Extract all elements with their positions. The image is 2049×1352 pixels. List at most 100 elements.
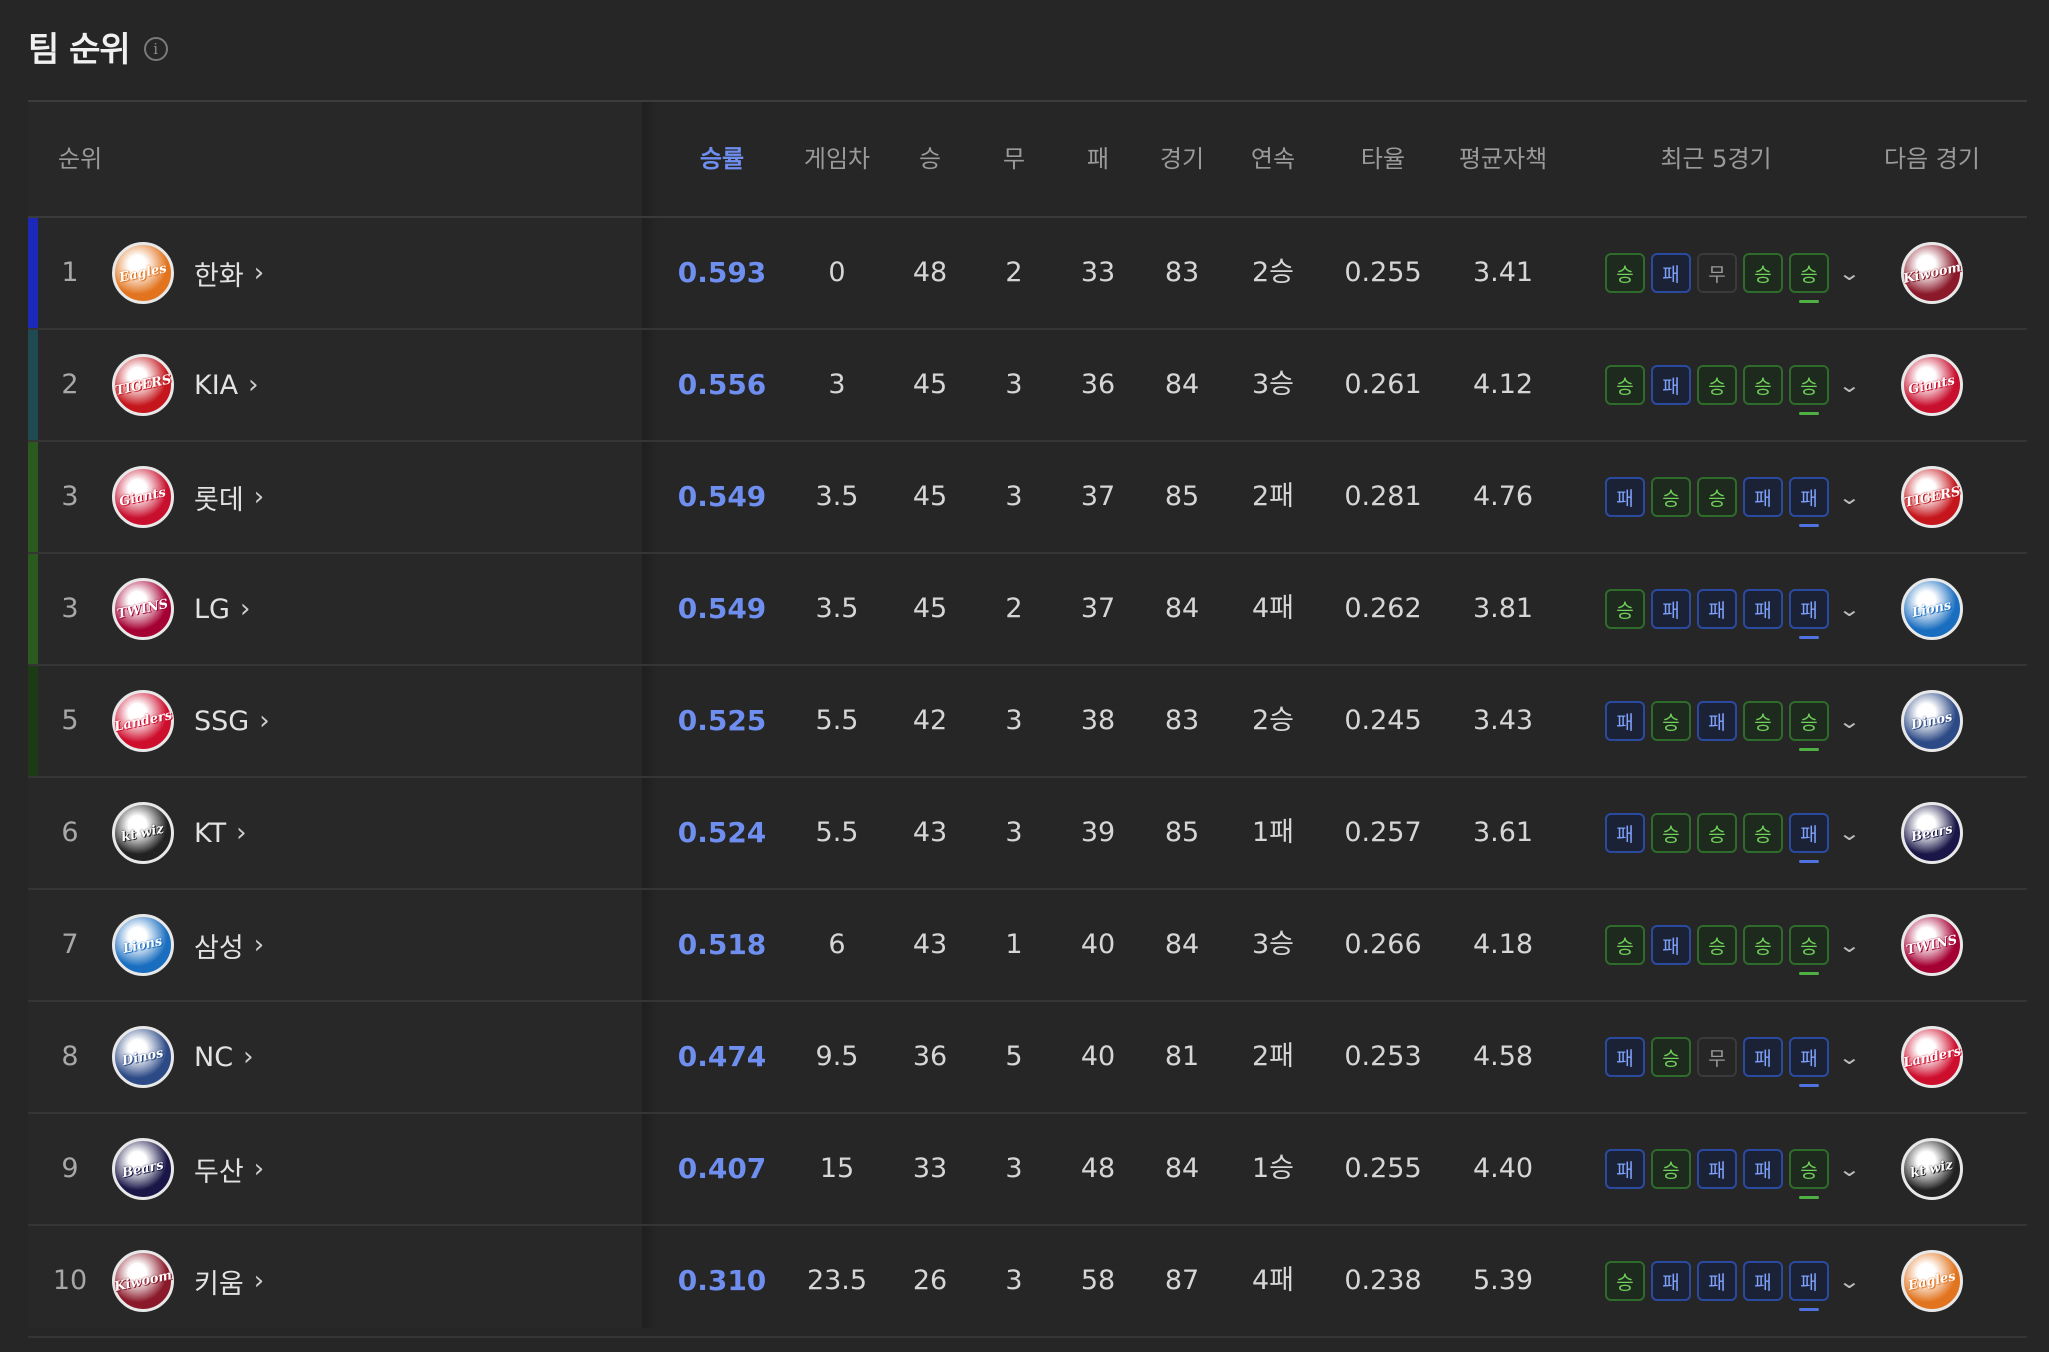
result-badge: 무 — [1697, 1037, 1737, 1077]
team-name[interactable]: 두산 — [194, 1150, 244, 1189]
rank-cell: 3 — [61, 481, 79, 512]
chevron-down-icon[interactable]: ⌄ — [1838, 1269, 1861, 1293]
result-badge: 패 — [1697, 1261, 1737, 1301]
next-opponent-logo: Lions — [1901, 578, 1963, 640]
team-link[interactable]: Bears 두산 › — [112, 1114, 264, 1224]
team-name[interactable]: 롯데 — [194, 478, 244, 517]
result-badge: 승 — [1605, 365, 1645, 405]
next-game-opponent[interactable]: Dinos — [1901, 690, 1963, 752]
col-header-era[interactable]: 평균자책 — [1459, 102, 1547, 216]
streak-cell: 4패 — [1251, 593, 1295, 624]
col-header-batting-avg[interactable]: 타율 — [1361, 102, 1405, 216]
chevron-down-icon[interactable]: ⌄ — [1838, 261, 1861, 285]
chevron-right-icon: › — [253, 258, 265, 288]
col-header-rank[interactable]: 순위 — [58, 102, 102, 216]
team-logo: kt wiz — [112, 802, 174, 864]
col-header-streak[interactable]: 연속 — [1251, 102, 1295, 216]
team-link[interactable]: Eagles 한화 › — [112, 218, 264, 328]
team-link[interactable]: Kiwoom 키움 › — [112, 1226, 264, 1336]
games-behind-cell: 9.5 — [815, 1041, 859, 1072]
table-row[interactable]: 7 Lions 삼성 › 0.518 6 43 1 40 84 3승 0.266 4.18 승 패 승 승 승 ⌄ T… — [28, 890, 2027, 1002]
team-name[interactable]: KIA — [194, 370, 238, 401]
next-game-opponent[interactable]: TIGERS — [1901, 466, 1963, 528]
chevron-down-icon[interactable]: ⌄ — [1838, 1157, 1861, 1181]
chevron-down-icon[interactable]: ⌄ — [1838, 709, 1861, 733]
table-row[interactable]: 5 Landers SSG › 0.525 5.5 42 3 38 83 2승 0.245 3.43 패 승… — [28, 666, 2027, 778]
next-opponent-logo-text: Landers — [1901, 1043, 1963, 1071]
chevron-down-icon[interactable]: ⌄ — [1838, 821, 1861, 845]
next-opponent-logo-text: Eagles — [1906, 1268, 1958, 1294]
team-link[interactable]: Lions 삼성 › — [112, 890, 264, 1000]
col-header-games-behind[interactable]: 게임차 — [804, 102, 870, 216]
team-name[interactable]: KT — [194, 818, 226, 849]
standings-table: 순위 승률 게임차 승 무 패 경기 연속 타율 평균자책 최근 5경기 다음 … — [28, 100, 2027, 1338]
games-behind-cell: 6 — [828, 929, 846, 960]
next-game-opponent[interactable]: Lions — [1901, 578, 1963, 640]
table-body: 1 Eagles 한화 › 0.593 0 48 2 33 83 2승 0.255 3.41 승 패 무 승 승 ⌄… — [28, 218, 2027, 1338]
chevron-down-icon[interactable]: ⌄ — [1838, 1045, 1861, 1069]
team-link[interactable]: Landers SSG › — [112, 666, 270, 776]
col-header-win-pct[interactable]: 승률 — [700, 102, 744, 216]
table-row[interactable]: 3 TWINS LG › 0.549 3.5 45 2 37 84 4패 0.262 3.81 승 패 패 패 패… — [28, 554, 2027, 666]
result-badge: 승 — [1697, 365, 1737, 405]
col-header-losses[interactable]: 패 — [1087, 102, 1109, 216]
result-badge: 패 — [1605, 477, 1645, 517]
col-header-wins[interactable]: 승 — [919, 102, 941, 216]
streak-cell: 1승 — [1251, 1153, 1295, 1184]
result-badge: 승 — [1743, 925, 1783, 965]
result-badge: 승 — [1789, 701, 1829, 751]
team-name[interactable]: 키움 — [194, 1262, 244, 1301]
chevron-down-icon[interactable]: ⌄ — [1838, 485, 1861, 509]
next-opponent-logo-text: Bears — [1909, 821, 1955, 845]
team-logo: Lions — [112, 914, 174, 976]
result-badge: 패 — [1789, 1261, 1829, 1311]
next-game-opponent[interactable]: Landers — [1901, 1026, 1963, 1088]
result-badge: 패 — [1697, 701, 1737, 741]
team-link[interactable]: TIGERS KIA › — [112, 330, 259, 440]
team-name[interactable]: SSG — [194, 706, 249, 737]
batting-avg-cell: 0.262 — [1344, 593, 1422, 624]
next-opponent-logo: Eagles — [1901, 1250, 1963, 1312]
recent-5-games: 승 패 패 패 패 ⌄ — [1605, 554, 1861, 664]
col-header-games[interactable]: 경기 — [1160, 102, 1204, 216]
chevron-down-icon[interactable]: ⌄ — [1838, 933, 1861, 957]
table-row[interactable]: 2 TIGERS KIA › 0.556 3 45 3 36 84 3승 0.261 4.12 승 패 승 승 승… — [28, 330, 2027, 442]
next-game-opponent[interactable]: Bears — [1901, 802, 1963, 864]
next-game-opponent[interactable]: Eagles — [1901, 1250, 1963, 1312]
team-link[interactable]: TWINS LG › — [112, 554, 250, 664]
batting-avg-cell: 0.257 — [1344, 817, 1422, 848]
losses-cell: 37 — [1080, 593, 1116, 624]
info-icon[interactable]: i — [143, 36, 168, 61]
team-link[interactable]: kt wiz KT › — [112, 778, 247, 888]
col-header-draws[interactable]: 무 — [1003, 102, 1025, 216]
next-opponent-logo-text: TIGERS — [1902, 483, 1962, 511]
team-link[interactable]: Giants 롯데 › — [112, 442, 264, 552]
table-row[interactable]: 9 Bears 두산 › 0.407 15 33 3 48 84 1승 0.255 4.40 패 승 패 패 승 ⌄… — [28, 1114, 2027, 1226]
streak-cell: 2패 — [1251, 1041, 1295, 1072]
table-row[interactable]: 3 Giants 롯데 › 0.549 3.5 45 3 37 85 2패 0.281 4.76 패 승 승 패… — [28, 442, 2027, 554]
result-badge: 패 — [1789, 1037, 1829, 1087]
next-opponent-logo-text: kt wiz — [1909, 1157, 1955, 1181]
team-name[interactable]: 한화 — [194, 254, 244, 293]
result-badge: 승 — [1651, 1037, 1691, 1077]
era-cell: 4.58 — [1472, 1041, 1534, 1072]
rank-indicator-bar — [28, 218, 38, 328]
team-logo-text: Bears — [120, 1157, 166, 1181]
table-row[interactable]: 1 Eagles 한화 › 0.593 0 48 2 33 83 2승 0.255 3.41 승 패 무 승 승 ⌄… — [28, 218, 2027, 330]
result-badge: 승 — [1605, 1261, 1645, 1301]
chevron-down-icon[interactable]: ⌄ — [1838, 597, 1861, 621]
team-link[interactable]: Dinos NC › — [112, 1002, 253, 1112]
next-game-opponent[interactable]: Giants — [1901, 354, 1963, 416]
table-row[interactable]: 10 Kiwoom 키움 › 0.310 23.5 26 3 58 87 4패 0.238 5.39 승 패… — [28, 1226, 2027, 1338]
next-game-opponent[interactable]: Kiwoom — [1901, 242, 1963, 304]
team-name[interactable]: 삼성 — [194, 926, 244, 965]
col-header-recent5: 최근 5경기 — [1660, 145, 1772, 173]
chevron-down-icon[interactable]: ⌄ — [1838, 373, 1861, 397]
next-game-opponent[interactable]: TWINS — [1901, 914, 1963, 976]
table-row[interactable]: 6 kt wiz KT › 0.524 5.5 43 3 39 85 1패 0.257 3.61 패 승 승 승… — [28, 778, 2027, 890]
table-row[interactable]: 8 Dinos NC › 0.474 9.5 36 5 40 81 2패 0.253 4.58 패 승 무 패 패… — [28, 1002, 2027, 1114]
team-name[interactable]: NC — [194, 1042, 233, 1073]
next-game-opponent[interactable]: kt wiz — [1901, 1138, 1963, 1200]
team-name[interactable]: LG — [194, 594, 230, 625]
era-cell: 3.61 — [1472, 817, 1534, 848]
